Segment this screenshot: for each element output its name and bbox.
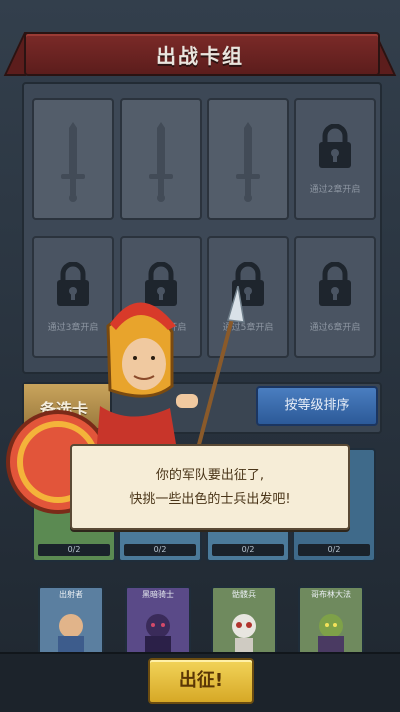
unit-card-3[interactable]: 骷髅兵 — [211, 586, 277, 662]
card-count: 0/2 — [298, 544, 370, 556]
unit-card-1[interactable]: 出射者 — [38, 586, 104, 662]
sort-by-level-button[interactable]: 按等级排序 — [256, 386, 378, 426]
dialog-line-1: 你的军队要出征了, — [155, 468, 265, 483]
dialog-line-2: 快挑一些出色的士兵出发吧! — [129, 492, 291, 507]
unlock-label: 通过2章开启 — [309, 185, 361, 195]
deck-slot-locked-5: 通过6章开启 — [294, 236, 376, 358]
deck-slot-locked-1: 通过2章开启 — [294, 98, 376, 220]
page-title: 出战卡组 — [156, 44, 244, 68]
card-count: 0/2 — [212, 544, 284, 556]
title-banner: 出战卡组 — [3, 28, 397, 76]
dialog-message: 你的军队要出征了, 快挑一些出色的士兵出发吧! — [72, 464, 348, 512]
deck-slot-2[interactable] — [120, 98, 202, 220]
unit-card-2[interactable]: 黑暗骑士 — [125, 586, 191, 662]
tutorial-dialog[interactable]: 你的军队要出征了, 快挑一些出色的士兵出发吧! — [70, 444, 350, 530]
lock-icon — [319, 124, 351, 168]
lock-icon — [319, 262, 351, 306]
sword-icon — [61, 122, 85, 202]
go-to-battle-button[interactable]: 出征! — [148, 658, 254, 704]
unit-card-4[interactable]: 哥布林大法 — [298, 586, 364, 662]
unlock-label: 通过6章开启 — [309, 323, 361, 333]
unit-name: 黑暗骑士 — [142, 590, 174, 599]
deck-slot-1[interactable] — [32, 98, 114, 220]
card-count: 0/2 — [124, 544, 196, 556]
card-count: 0/2 — [38, 544, 110, 556]
unit-name: 哥布林大法 — [311, 590, 351, 599]
unit-name: 出射者 — [59, 590, 83, 599]
unit-name: 骷髅兵 — [232, 590, 256, 599]
sword-icon — [149, 122, 173, 202]
deck-slot-3[interactable] — [207, 98, 289, 220]
sword-icon — [236, 122, 260, 202]
